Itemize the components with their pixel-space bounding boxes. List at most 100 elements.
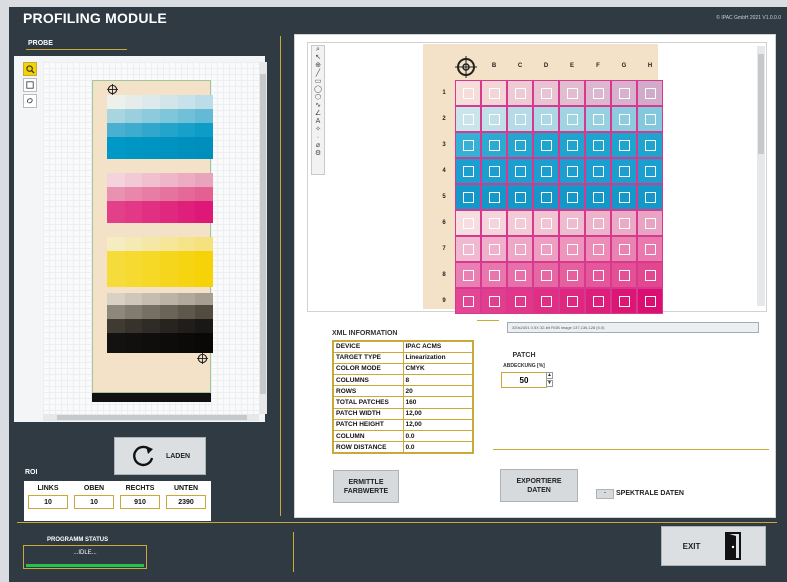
- patch-cell[interactable]: [481, 80, 507, 106]
- patch-cell[interactable]: [481, 210, 507, 236]
- patch-cell[interactable]: [507, 158, 533, 184]
- patch-cell[interactable]: [559, 132, 585, 158]
- patch-cell[interactable]: [533, 132, 559, 158]
- patch-cell[interactable]: [559, 80, 585, 106]
- roi-links-input[interactable]: 10: [28, 495, 68, 509]
- patch-cell[interactable]: [585, 288, 611, 314]
- patch-cell[interactable]: [455, 288, 481, 314]
- patch-cell[interactable]: [455, 106, 481, 132]
- patch-cell[interactable]: [559, 262, 585, 288]
- patch-cell[interactable]: [455, 80, 481, 106]
- viewer-vertical-scrollbar[interactable]: [757, 46, 765, 306]
- magic-wand-icon[interactable]: ✧: [315, 126, 321, 134]
- patch-cell[interactable]: [637, 236, 663, 262]
- patch-cell[interactable]: [559, 184, 585, 210]
- patch-cell[interactable]: [455, 158, 481, 184]
- patch-cell[interactable]: [637, 80, 663, 106]
- angle-icon[interactable]: ∠: [315, 110, 321, 118]
- patch-cell[interactable]: [585, 184, 611, 210]
- lasso-icon[interactable]: [23, 94, 37, 108]
- patch-cell[interactable]: [481, 236, 507, 262]
- patch-cell[interactable]: [481, 132, 507, 158]
- oval-icon[interactable]: ◯: [314, 86, 322, 94]
- patch-cell[interactable]: [611, 288, 637, 314]
- rect-select-icon[interactable]: [23, 78, 37, 92]
- point-icon[interactable]: ·: [317, 134, 319, 142]
- probe-horizontal-scrollbar[interactable]: [43, 414, 259, 421]
- freehand-icon[interactable]: ∿: [315, 102, 321, 110]
- patch-cell[interactable]: [533, 106, 559, 132]
- roi-unten-input[interactable]: 2390: [166, 495, 206, 509]
- patch-cell[interactable]: [585, 158, 611, 184]
- spin-down-icon[interactable]: ▼: [546, 380, 553, 387]
- patch-cell[interactable]: [507, 210, 533, 236]
- patch-cell[interactable]: [507, 184, 533, 210]
- probe-vertical-scrollbar[interactable]: [259, 62, 267, 414]
- patch-cell[interactable]: [481, 184, 507, 210]
- roi-rechts-input[interactable]: 910: [120, 495, 160, 509]
- crosshair-tool-icon[interactable]: ⊕: [315, 62, 321, 70]
- patch-cell[interactable]: [533, 184, 559, 210]
- patch-cell[interactable]: [507, 106, 533, 132]
- patch-cell[interactable]: [637, 288, 663, 314]
- patch-cell[interactable]: [559, 158, 585, 184]
- patch-cell[interactable]: [507, 132, 533, 158]
- exit-button[interactable]: EXIT: [661, 526, 766, 566]
- line-icon[interactable]: ╱: [316, 70, 320, 78]
- patch-cell[interactable]: [611, 106, 637, 132]
- patch-cell[interactable]: [559, 210, 585, 236]
- patch-cell[interactable]: [611, 236, 637, 262]
- patch-cell[interactable]: [507, 288, 533, 314]
- patch-cell[interactable]: [585, 80, 611, 106]
- zoom-icon[interactable]: ⌕: [316, 46, 320, 54]
- patch-cell[interactable]: [455, 236, 481, 262]
- patch-cell[interactable]: [507, 80, 533, 106]
- patch-cell[interactable]: [637, 106, 663, 132]
- pointer-icon[interactable]: ↖: [315, 54, 321, 62]
- patch-cell[interactable]: [455, 210, 481, 236]
- zoom-icon[interactable]: [23, 62, 37, 76]
- patch-cell[interactable]: [481, 288, 507, 314]
- patch-cell[interactable]: [455, 132, 481, 158]
- settings-icon[interactable]: ⚙: [315, 150, 321, 158]
- patch-cell[interactable]: [455, 184, 481, 210]
- ermittle-farbwerte-button[interactable]: ERMITTLE FARBWERTE: [333, 470, 399, 503]
- patch-cell[interactable]: [637, 132, 663, 158]
- patch-cell[interactable]: [559, 288, 585, 314]
- patch-cell[interactable]: [533, 262, 559, 288]
- polygon-icon[interactable]: ⬡: [315, 94, 321, 102]
- patch-coverage-input[interactable]: 50: [501, 372, 547, 388]
- patch-cell[interactable]: [585, 262, 611, 288]
- patch-cell[interactable]: [481, 158, 507, 184]
- exportiere-daten-button[interactable]: EXPORTIERE DATEN: [500, 469, 578, 502]
- patch-cell[interactable]: [481, 106, 507, 132]
- patch-cell[interactable]: [611, 80, 637, 106]
- patch-cell[interactable]: [455, 262, 481, 288]
- patch-cell[interactable]: [533, 288, 559, 314]
- rect-icon[interactable]: ▭: [315, 78, 322, 86]
- dropper-icon[interactable]: ⌀: [316, 142, 320, 150]
- patch-cell[interactable]: [533, 236, 559, 262]
- spektrale-daten-checkbox[interactable]: -: [596, 489, 614, 499]
- patch-cell[interactable]: [533, 80, 559, 106]
- patch-cell[interactable]: [637, 158, 663, 184]
- patch-cell[interactable]: [611, 184, 637, 210]
- patch-cell[interactable]: [637, 210, 663, 236]
- text-icon[interactable]: A: [316, 118, 321, 126]
- patch-cell[interactable]: [559, 106, 585, 132]
- patch-cell[interactable]: [507, 262, 533, 288]
- patch-cell[interactable]: [637, 262, 663, 288]
- patch-cell[interactable]: [585, 132, 611, 158]
- patch-cell[interactable]: [585, 210, 611, 236]
- patch-cell[interactable]: [611, 132, 637, 158]
- roi-oben-input[interactable]: 10: [74, 495, 114, 509]
- patch-cell[interactable]: [637, 184, 663, 210]
- patch-cell[interactable]: [611, 158, 637, 184]
- patch-cell[interactable]: [481, 262, 507, 288]
- patch-cell[interactable]: [533, 210, 559, 236]
- laden-button[interactable]: LADEN: [114, 437, 206, 475]
- patch-cell[interactable]: [585, 236, 611, 262]
- patch-cell[interactable]: [585, 106, 611, 132]
- patch-cell[interactable]: [507, 236, 533, 262]
- patch-cell[interactable]: [533, 158, 559, 184]
